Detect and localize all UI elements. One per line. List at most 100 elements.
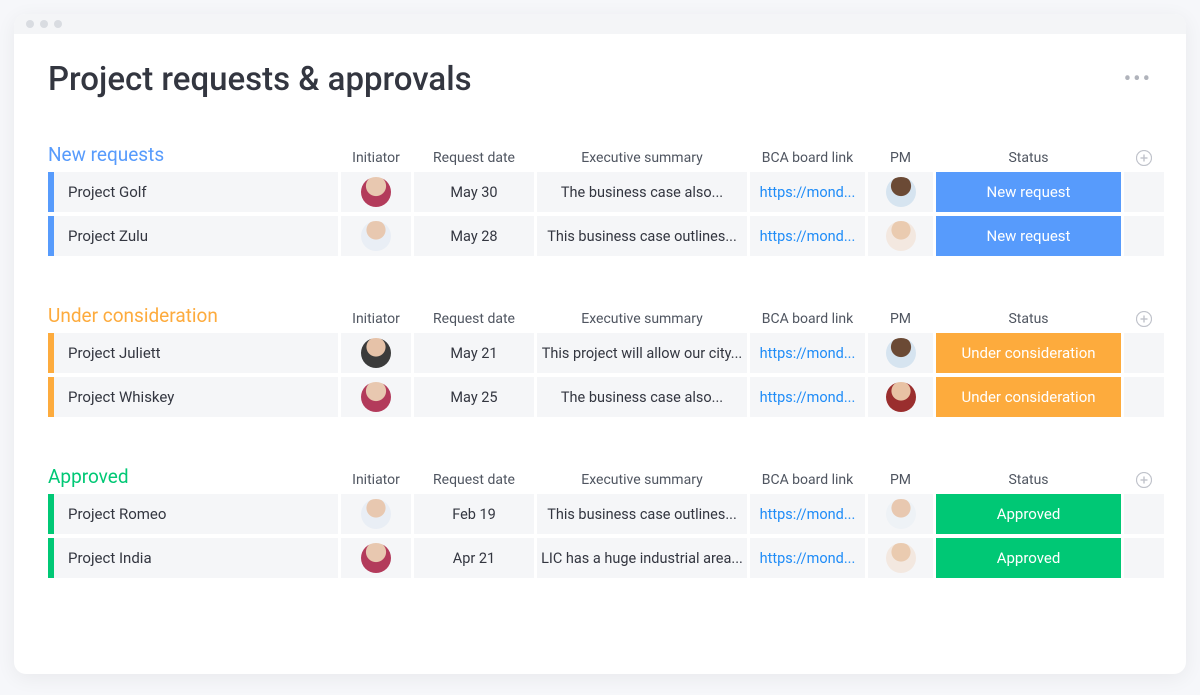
initiator-cell[interactable] [341, 216, 411, 256]
status-cell[interactable]: Approved [936, 494, 1121, 534]
table-row[interactable]: Project Golf May 30The business case also… [48, 172, 1152, 212]
status-cell[interactable]: Approved [936, 538, 1121, 578]
col-request-date: Request date [414, 150, 534, 166]
pm-cell[interactable] [868, 216, 933, 256]
bca-link-cell[interactable]: https://mond... [750, 172, 865, 212]
avatar [361, 543, 391, 573]
request-date-cell[interactable]: May 28 [414, 216, 534, 256]
group-title[interactable]: Approved [48, 465, 338, 488]
group-header: Under considerationInitiatorRequest date… [48, 304, 1152, 333]
project-name-cell[interactable]: Project Romeo [48, 494, 338, 534]
avatar [886, 382, 916, 412]
trailing-cell [1124, 377, 1164, 417]
group-header: ApprovedInitiatorRequest dateExecutive s… [48, 465, 1152, 494]
col-bca-link: BCA board link [750, 472, 865, 488]
initiator-cell[interactable] [341, 333, 411, 373]
trailing-cell [1124, 216, 1164, 256]
avatar [886, 543, 916, 573]
board-title: Project requests & approvals [48, 60, 472, 99]
avatar [361, 382, 391, 412]
pm-cell[interactable] [868, 377, 933, 417]
add-column-icon[interactable] [1124, 150, 1164, 166]
status-cell[interactable]: New request [936, 216, 1121, 256]
more-options-icon[interactable]: ••• [1124, 67, 1152, 92]
table-row[interactable]: Project Juliett May 21This project will a… [48, 333, 1152, 373]
bca-link-cell[interactable]: https://mond... [750, 494, 865, 534]
project-name-cell[interactable]: Project Whiskey [48, 377, 338, 417]
pm-cell[interactable] [868, 538, 933, 578]
col-request-date: Request date [414, 311, 534, 327]
table-row[interactable]: Project Zulu May 28This business case out… [48, 216, 1152, 256]
avatar [886, 221, 916, 251]
col-initiator: Initiator [341, 472, 411, 488]
table-row[interactable]: Project Romeo Feb 19This business case ou… [48, 494, 1152, 534]
initiator-cell[interactable] [341, 172, 411, 212]
col-request-date: Request date [414, 472, 534, 488]
add-column-icon[interactable] [1124, 311, 1164, 327]
exec-summary-cell[interactable]: This business case outlines... [537, 216, 747, 256]
col-status: Status [936, 472, 1121, 488]
col-bca-link: BCA board link [750, 150, 865, 166]
request-date-cell[interactable]: Feb 19 [414, 494, 534, 534]
group-title[interactable]: New requests [48, 143, 338, 166]
status-cell[interactable]: Under consideration [936, 377, 1121, 417]
group: New requestsInitiatorRequest dateExecuti… [48, 143, 1152, 256]
bca-link-cell[interactable]: https://mond... [750, 538, 865, 578]
bca-link-cell[interactable]: https://mond... [750, 216, 865, 256]
col-initiator: Initiator [341, 150, 411, 166]
avatar [361, 338, 391, 368]
bca-link-cell[interactable]: https://mond... [750, 377, 865, 417]
avatar [886, 177, 916, 207]
request-date-cell[interactable]: Apr 21 [414, 538, 534, 578]
table-row[interactable]: Project India Apr 21LIC has a huge indust… [48, 538, 1152, 578]
group-title[interactable]: Under consideration [48, 304, 338, 327]
initiator-cell[interactable] [341, 538, 411, 578]
group-header: New requestsInitiatorRequest dateExecuti… [48, 143, 1152, 172]
window-dot-icon [54, 20, 62, 28]
trailing-cell [1124, 538, 1164, 578]
request-date-cell[interactable]: May 21 [414, 333, 534, 373]
trailing-cell [1124, 333, 1164, 373]
project-name-cell[interactable]: Project Zulu [48, 216, 338, 256]
request-date-cell[interactable]: May 30 [414, 172, 534, 212]
table-row[interactable]: Project Whiskey May 25The business case a… [48, 377, 1152, 417]
initiator-cell[interactable] [341, 494, 411, 534]
exec-summary-cell[interactable]: The business case also... [537, 172, 747, 212]
board-content: Project requests & approvals ••• New req… [14, 34, 1186, 656]
col-pm: PM [868, 311, 933, 327]
status-cell[interactable]: Under consideration [936, 333, 1121, 373]
window-titlebar [14, 14, 1186, 34]
exec-summary-cell[interactable]: The business case also... [537, 377, 747, 417]
col-status: Status [936, 311, 1121, 327]
board-header: Project requests & approvals ••• [48, 60, 1152, 99]
col-exec-summary: Executive summary [537, 472, 747, 488]
trailing-cell [1124, 172, 1164, 212]
window-dot-icon [40, 20, 48, 28]
initiator-cell[interactable] [341, 377, 411, 417]
exec-summary-cell[interactable]: LIC has a huge industrial area... [537, 538, 747, 578]
exec-summary-cell[interactable]: This business case outlines... [537, 494, 747, 534]
add-column-icon[interactable] [1124, 472, 1164, 488]
col-bca-link: BCA board link [750, 311, 865, 327]
avatar [886, 338, 916, 368]
trailing-cell [1124, 494, 1164, 534]
avatar [361, 221, 391, 251]
col-exec-summary: Executive summary [537, 311, 747, 327]
status-cell[interactable]: New request [936, 172, 1121, 212]
project-name-cell[interactable]: Project Juliett [48, 333, 338, 373]
col-pm: PM [868, 150, 933, 166]
app-window: Project requests & approvals ••• New req… [14, 14, 1186, 674]
bca-link-cell[interactable]: https://mond... [750, 333, 865, 373]
project-name-cell[interactable]: Project India [48, 538, 338, 578]
group: ApprovedInitiatorRequest dateExecutive s… [48, 465, 1152, 578]
window-dot-icon [26, 20, 34, 28]
group: Under considerationInitiatorRequest date… [48, 304, 1152, 417]
request-date-cell[interactable]: May 25 [414, 377, 534, 417]
pm-cell[interactable] [868, 494, 933, 534]
col-initiator: Initiator [341, 311, 411, 327]
exec-summary-cell[interactable]: This project will allow our city... [537, 333, 747, 373]
avatar [361, 499, 391, 529]
project-name-cell[interactable]: Project Golf [48, 172, 338, 212]
pm-cell[interactable] [868, 333, 933, 373]
pm-cell[interactable] [868, 172, 933, 212]
